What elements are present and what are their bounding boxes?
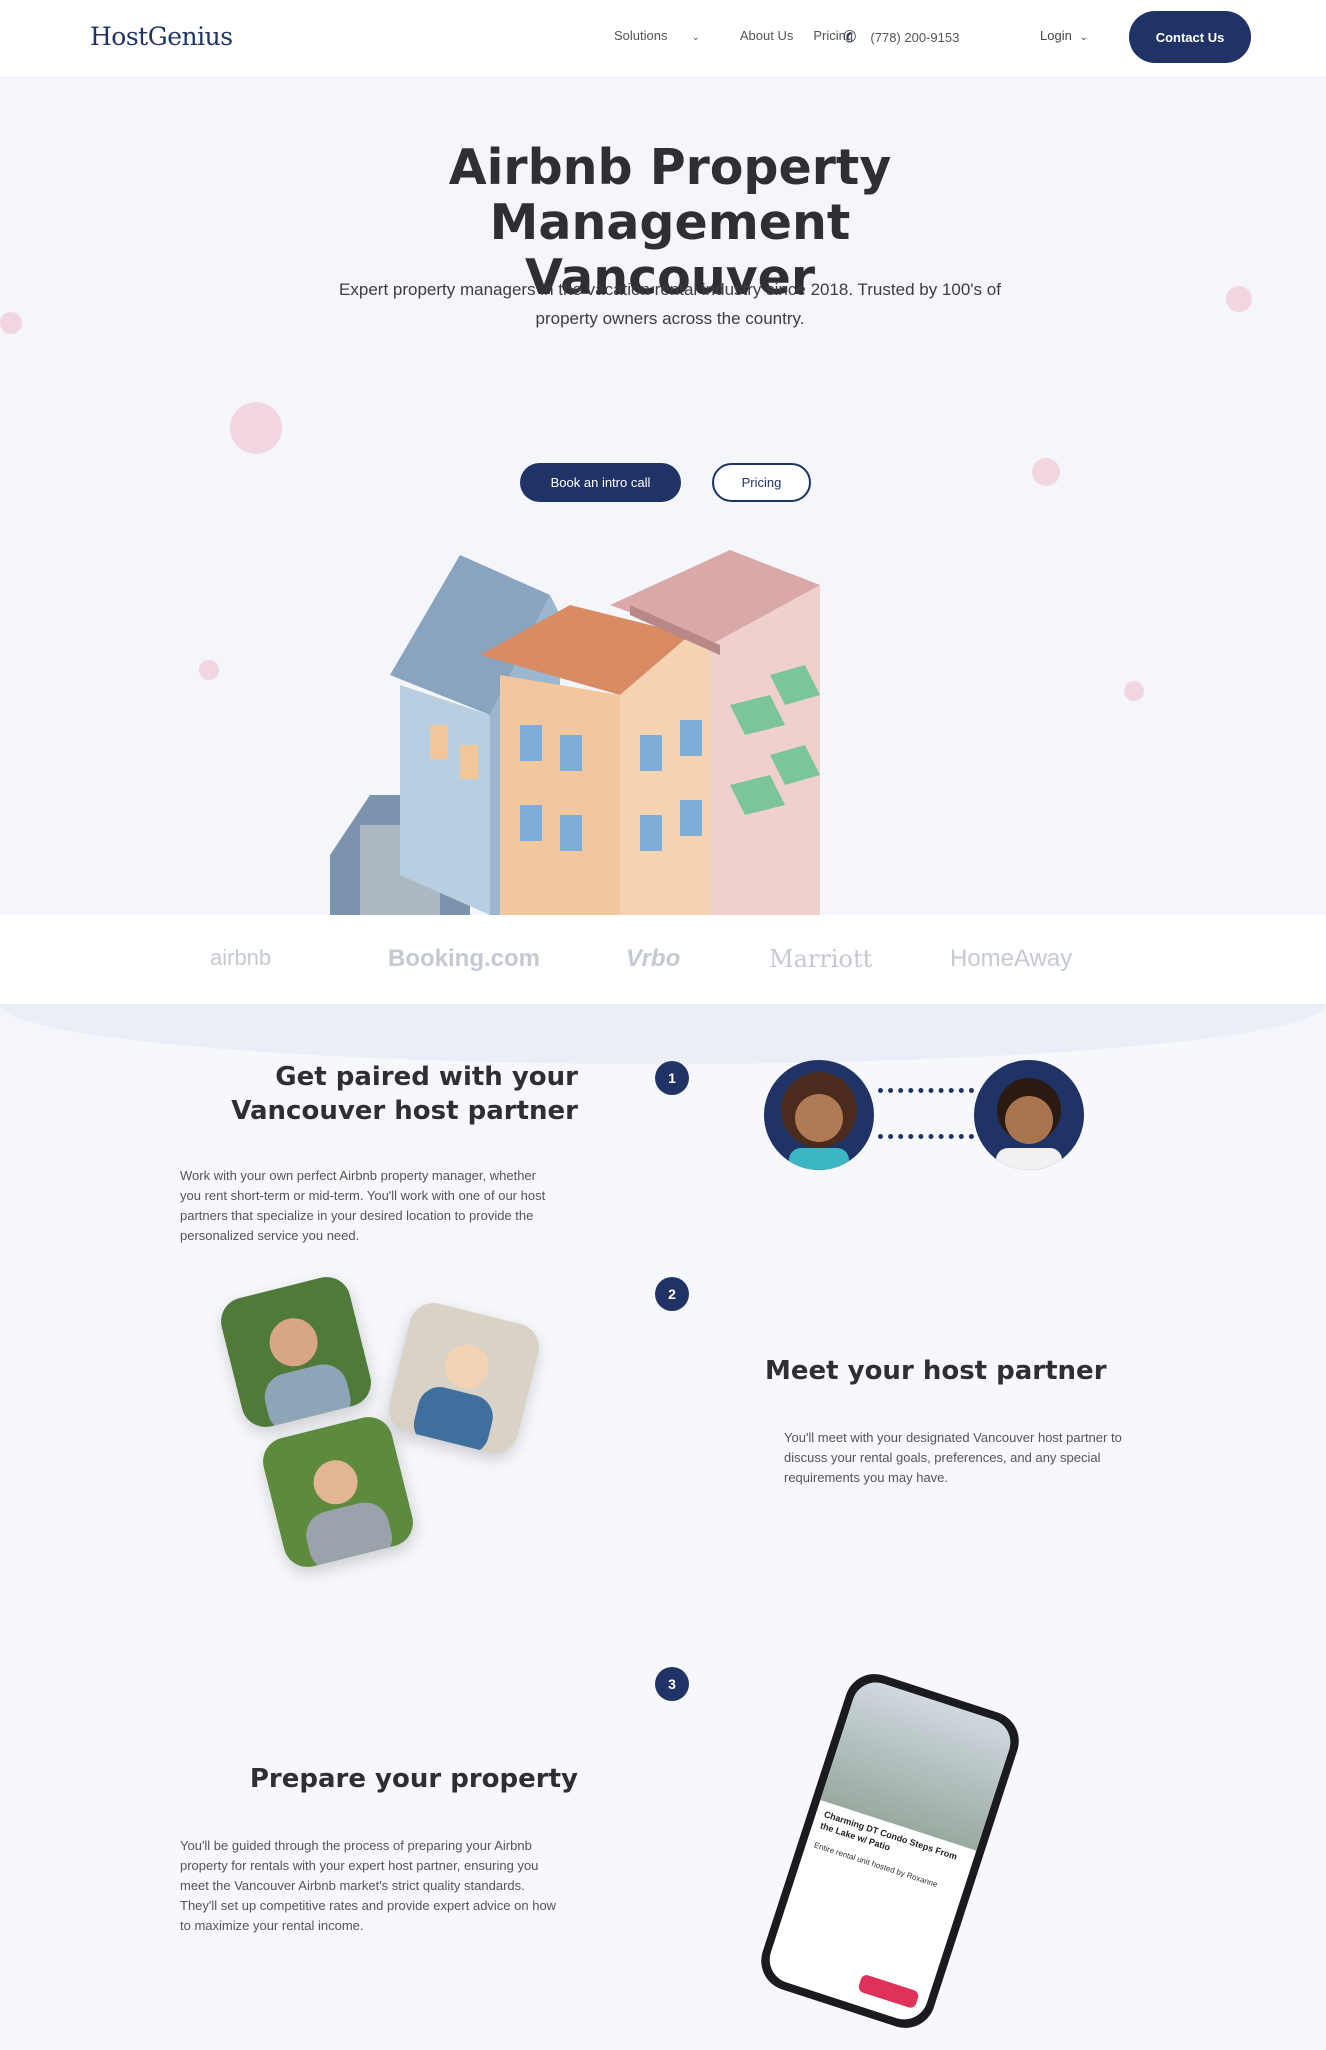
decor-dot bbox=[1124, 681, 1144, 701]
title-line-1: Airbnb Property Management bbox=[448, 139, 892, 251]
decor-dot bbox=[199, 660, 219, 680]
step-2-title: Meet your host partner bbox=[765, 1356, 1107, 1386]
chevron-down-icon: ⌄ bbox=[691, 32, 700, 43]
phone-number: (778) 200-9153 bbox=[870, 29, 960, 45]
decor-dot bbox=[1226, 286, 1252, 312]
step-1-title-line-1: Get paired with your bbox=[275, 1062, 578, 1092]
top-nav: HostGenius Solutions ⌄ About Us Pricing ✆… bbox=[0, 0, 1326, 76]
login-label: Login bbox=[1040, 28, 1072, 43]
book-intro-call-button[interactable]: Book an intro call bbox=[520, 463, 681, 502]
booking-logo: Booking.com bbox=[388, 945, 541, 972]
login-menu[interactable]: Login ⌄ bbox=[1040, 28, 1088, 43]
connection-dots bbox=[878, 1082, 974, 1142]
marriott-logo: Marriott bbox=[769, 945, 873, 973]
reserve-button[interactable] bbox=[857, 1973, 920, 2010]
step-3-text: You'll be guided through the process of … bbox=[180, 1838, 557, 1933]
airbnb-logo: airbnb bbox=[210, 945, 272, 970]
hero-subtitle: Expert property managers in the vacation… bbox=[330, 275, 1010, 333]
subtitle-line-2: property owners across the country. bbox=[535, 309, 805, 328]
vrbo-logo: Vrbo bbox=[626, 945, 681, 972]
decor-dot bbox=[230, 402, 282, 454]
step-1-text: Work with your own perfect Airbnb proper… bbox=[180, 1168, 546, 1243]
buildings-illustration bbox=[330, 550, 820, 915]
step-1-title: Get paired with your Vancouver host part… bbox=[200, 1060, 578, 1128]
step-3-title: Prepare your property bbox=[249, 1764, 578, 1794]
decor-dot bbox=[1032, 458, 1060, 486]
pricing-button[interactable]: Pricing bbox=[712, 463, 811, 502]
phone-icon: ✆ bbox=[843, 29, 857, 46]
nav-solutions[interactable]: Solutions ⌄ bbox=[614, 28, 720, 43]
partner-logos: airbnb Booking.com Vrbo Marriott HomeAwa… bbox=[0, 915, 1326, 1005]
step-3-number: 3 bbox=[655, 1667, 689, 1701]
nav-about[interactable]: About Us bbox=[740, 28, 793, 43]
chevron-down-icon: ⌄ bbox=[1079, 32, 1088, 43]
step-2-text: You'll meet with your designated Vancouv… bbox=[784, 1430, 1122, 1485]
homeaway-logo: HomeAway bbox=[950, 945, 1073, 972]
client-avatar bbox=[764, 1060, 874, 1170]
decor-dot bbox=[0, 312, 22, 334]
step-1-number: 1 bbox=[655, 1061, 689, 1095]
subtitle-line-1: Expert property managers in the vacation… bbox=[339, 280, 1001, 299]
logo[interactable]: HostGenius bbox=[90, 22, 233, 51]
step-2-number: 2 bbox=[655, 1277, 689, 1311]
contact-button[interactable]: Contact Us bbox=[1129, 11, 1251, 63]
nav-links: Solutions ⌄ About Us Pricing bbox=[614, 28, 873, 43]
host-avatar bbox=[974, 1060, 1084, 1170]
phone-link[interactable]: ✆ (778) 200-9153 bbox=[843, 27, 959, 47]
step-1-title-line-2: Vancouver host partner bbox=[231, 1096, 578, 1126]
nav-solutions-label: Solutions bbox=[614, 28, 668, 43]
